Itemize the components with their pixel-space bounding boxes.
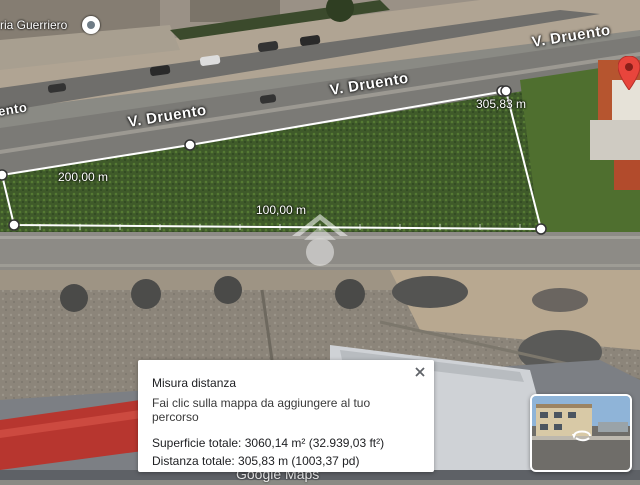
total-area: Superficie totale: 3060,14 m² (32.939,03…	[152, 436, 385, 450]
place-label[interactable]: ria Guerriero	[0, 18, 67, 32]
street-view-thumbnail[interactable]	[530, 394, 632, 472]
measure-vertex	[500, 85, 512, 97]
panel-title: Misura distanza	[152, 376, 237, 390]
panel-hint: Fai clic sulla mappa da aggiungere al tu…	[152, 396, 371, 424]
measure-label: 200,00 m	[58, 170, 109, 184]
measure-label: 305,83 m	[476, 97, 527, 111]
rotate-360-icon	[572, 430, 591, 442]
measure-distance-panel: Misura distanza Fai clic sulla mappa da …	[138, 360, 434, 472]
place-pin-icon[interactable]	[82, 16, 100, 34]
measure-vertex	[535, 223, 547, 235]
measure-vertex	[8, 219, 20, 231]
measure-vertex	[184, 139, 196, 151]
close-icon[interactable]	[412, 364, 428, 380]
total-distance: Distanza totale: 305,83 m (1003,37 pd)	[152, 454, 360, 468]
measure-vertex	[0, 169, 8, 181]
location-pin-icon[interactable]	[618, 56, 640, 90]
watermark-logo	[292, 214, 348, 266]
